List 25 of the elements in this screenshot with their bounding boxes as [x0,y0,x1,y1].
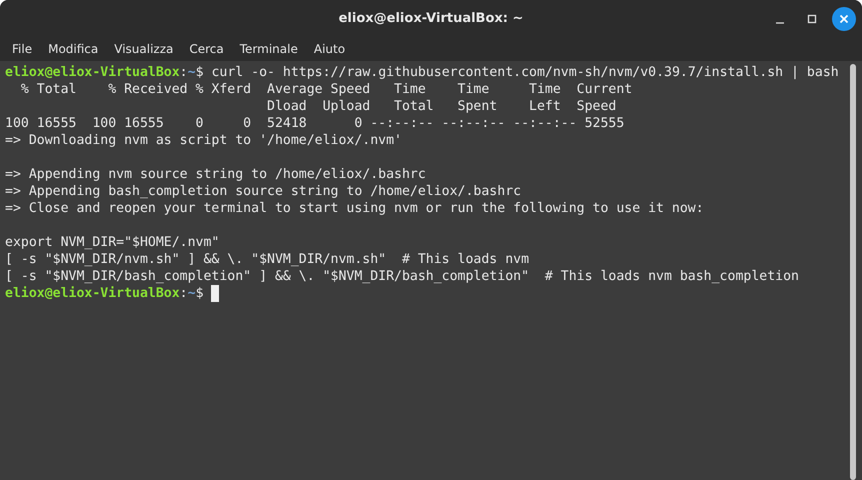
output-line: 100 16555 100 16555 0 0 52418 0 --:--:-- --:--:-- --:--:-- 52555 [5,115,624,132]
output-line: export NVM_DIR="$HOME/.nvm" [5,234,220,251]
close-button[interactable] [832,7,856,31]
minimize-icon [775,22,785,24]
menu-item[interactable]: File [4,38,40,60]
close-icon [839,14,849,24]
output-line: Dload Upload Total Spent Left Speed [266,98,616,115]
output-line: [ -s "$NVM_DIR/nvm.sh" ] && \. "$NVM_DIR/nvm.sh" # This loads nvm [5,251,530,268]
output-line: % Total % Received % Xferd Average Speed Time Time Time Current [20,81,632,98]
shell-prompt: eliox@eliox-VirtualBox:~$ [5,285,204,302]
menu-item[interactable]: Modifica [40,38,106,60]
scrollbar[interactable] [850,64,856,480]
command-text: curl -o- https://raw.githubusercontent.com/nvm-sh/nvm/v0.39.7/install.sh | bash [211,64,839,81]
output-line: => Close and reopen your terminal to start using nvm or run the following to use it now: [5,200,704,217]
menu-item[interactable]: Terminale [232,38,306,60]
output-line: [ -s "$NVM_DIR/bash_completion" ] && \. "$NVM_DIR/bash_completion" # This loads nvm bash_completion [5,268,799,285]
window-title: eliox@eliox-VirtualBox: ~ [338,11,524,26]
menu-item[interactable]: Visualizza [106,38,182,60]
shell-prompt: eliox@eliox-VirtualBox:~$ [5,64,204,81]
menu-item[interactable]: Cerca [181,38,232,60]
output-line: => Appending bash_completion source string to /home/eliox/.bashrc [5,183,522,200]
menu-item[interactable]: Aiuto [306,38,354,60]
output-line: => Appending nvm source string to /home/eliox/.bashrc [5,166,426,183]
output-line: => Downloading nvm as script to '/home/eliox/.nvm' [5,132,402,149]
maximize-icon [806,13,818,25]
